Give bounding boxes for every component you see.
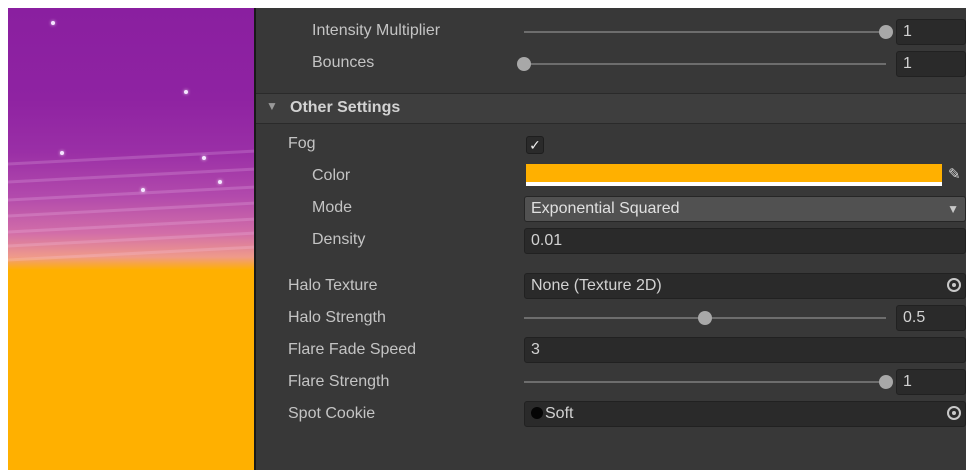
star	[218, 180, 222, 184]
fog-mode-value: Exponential Squared	[531, 200, 680, 217]
star	[51, 21, 55, 25]
fog-color-row: Color ✎	[256, 162, 966, 192]
halo-texture-value: None (Texture 2D)	[531, 277, 662, 294]
chevron-down-icon: ▼	[947, 202, 959, 216]
fog-density-field[interactable]: 0.01	[524, 228, 966, 254]
star	[184, 90, 188, 94]
bounces-slider-thumb[interactable]	[517, 57, 531, 71]
halo-strength-row: Halo Strength 0.5	[256, 304, 966, 334]
star	[60, 151, 64, 155]
bounces-row: Bounces 1	[256, 49, 966, 79]
halo-texture-field[interactable]: None (Texture 2D)	[524, 273, 966, 299]
other-settings-header[interactable]: ▼ Other Settings	[256, 93, 966, 124]
other-settings-title: Other Settings	[290, 99, 401, 116]
fog-mode-label: Mode	[312, 199, 353, 216]
flare-fade-speed-label: Flare Fade Speed	[288, 341, 417, 358]
object-picker-icon[interactable]	[947, 406, 961, 420]
fog-density-row: Density 0.01	[256, 226, 966, 256]
flare-fade-speed-row: Flare Fade Speed 3	[256, 336, 966, 366]
halo-texture-label: Halo Texture	[288, 277, 378, 294]
halo-texture-row: Halo Texture None (Texture 2D)	[256, 272, 966, 302]
fog-color-swatch[interactable]	[526, 164, 942, 186]
bounces-slider-track[interactable]	[524, 63, 886, 65]
fog-label: Fog	[288, 135, 316, 152]
object-picker-icon[interactable]	[947, 278, 961, 292]
flare-fade-speed-field[interactable]: 3	[524, 337, 966, 363]
halo-strength-label: Halo Strength	[288, 309, 386, 326]
intensity-multiplier-slider-track[interactable]	[524, 31, 886, 33]
intensity-multiplier-label: Intensity Multiplier	[312, 22, 441, 39]
scene-preview	[8, 8, 254, 470]
fog-color-label: Color	[312, 167, 351, 184]
texture-thumbnail-icon	[531, 407, 543, 419]
inspector-panel: Intensity Multiplier 1 Bounces 1 ▼ Other…	[256, 8, 966, 470]
flare-strength-slider-thumb[interactable]	[879, 375, 893, 389]
eyedropper-icon[interactable]: ✎	[948, 164, 964, 186]
halo-strength-slider-thumb[interactable]	[698, 311, 712, 325]
fog-density-label: Density	[312, 231, 366, 248]
halo-strength-field[interactable]: 0.5	[896, 305, 966, 331]
flare-strength-slider-track[interactable]	[524, 381, 886, 383]
intensity-multiplier-slider-thumb[interactable]	[879, 25, 893, 39]
flare-strength-label: Flare Strength	[288, 373, 390, 390]
fog-mode-dropdown[interactable]: Exponential Squared ▼	[524, 196, 966, 222]
spot-cookie-label: Spot Cookie	[288, 405, 376, 422]
star	[202, 156, 206, 160]
flare-strength-field[interactable]: 1	[896, 369, 966, 395]
fog-row: Fog ✓	[256, 130, 966, 160]
star	[141, 188, 145, 192]
bounces-label: Bounces	[312, 54, 375, 71]
spot-cookie-field[interactable]: Soft	[524, 401, 966, 427]
fog-mode-row: Mode Exponential Squared ▼	[256, 194, 966, 224]
lighting-window: Intensity Multiplier 1 Bounces 1 ▼ Other…	[0, 0, 966, 470]
triangle-down-icon[interactable]: ▼	[266, 99, 278, 113]
spot-cookie-row: Spot Cookie Soft	[256, 400, 966, 430]
flare-strength-row: Flare Strength 1	[256, 368, 966, 398]
intensity-multiplier-row: Intensity Multiplier 1	[256, 17, 966, 47]
bounces-field[interactable]: 1	[896, 51, 966, 77]
intensity-multiplier-field[interactable]: 1	[896, 19, 966, 45]
fog-checkbox[interactable]: ✓	[526, 136, 544, 154]
spot-cookie-value: Soft	[545, 405, 574, 422]
